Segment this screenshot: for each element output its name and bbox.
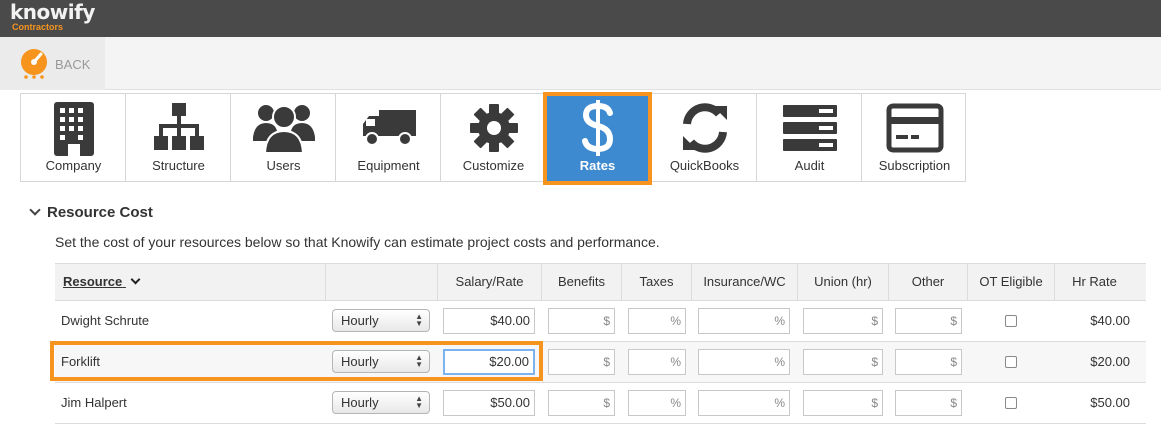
tab-label: Rates bbox=[579, 158, 616, 173]
tab-customize[interactable]: Customize bbox=[441, 94, 546, 181]
ot-eligible-checkbox[interactable] bbox=[1005, 397, 1017, 409]
hr-rate-value: $20.00 bbox=[1090, 354, 1130, 369]
resource-name: Jim Halpert bbox=[61, 395, 127, 410]
header-taxes: Taxes bbox=[621, 264, 691, 301]
tab-label: Company bbox=[45, 158, 102, 173]
taxes-input[interactable]: % bbox=[628, 349, 686, 375]
tab-subscription[interactable]: Subscription bbox=[862, 94, 967, 181]
salary-input[interactable]: $20.00 bbox=[443, 349, 535, 375]
section-title: Resource Cost bbox=[47, 204, 153, 221]
header-resource: Resource bbox=[63, 274, 123, 289]
header-hr-rate: Hr Rate bbox=[1054, 264, 1134, 301]
tab-rates[interactable]: Rates bbox=[543, 92, 652, 185]
insurance-input[interactable]: % bbox=[698, 390, 790, 416]
table-row: Jim Halpert Hourly ▲ ▼ $50.00 $ % % $ $ $5… bbox=[55, 383, 1146, 424]
salary-input[interactable]: $40.00 bbox=[443, 308, 535, 334]
rate-type-value: Hourly bbox=[341, 313, 379, 328]
taxes-input[interactable]: % bbox=[628, 308, 686, 334]
other-input[interactable]: $ bbox=[895, 349, 962, 375]
credit-card-icon bbox=[862, 100, 967, 156]
header-union: Union (hr) bbox=[797, 264, 888, 301]
tab-label: Equipment bbox=[357, 158, 420, 173]
section-toggle[interactable]: Resource Cost bbox=[29, 204, 153, 221]
header-type bbox=[325, 264, 437, 301]
hr-rate-value: $50.00 bbox=[1090, 395, 1130, 410]
tab-structure[interactable]: Structure bbox=[126, 94, 231, 181]
tab-audit[interactable]: Audit bbox=[757, 94, 862, 181]
rate-type-select[interactable]: Hourly ▲ ▼ bbox=[332, 309, 430, 332]
header-other: Other bbox=[888, 264, 967, 301]
org-chart-icon bbox=[126, 100, 231, 156]
hr-rate-value: $40.00 bbox=[1090, 313, 1130, 328]
logo[interactable]: knowify bbox=[10, 0, 95, 24]
tab-label: Users bbox=[266, 158, 301, 173]
tab-label: Structure bbox=[152, 158, 205, 173]
tab-label: Subscription bbox=[878, 158, 951, 173]
server-list-icon bbox=[757, 100, 862, 156]
insurance-input[interactable]: % bbox=[698, 308, 790, 334]
settings-tabs: Company Structure Users Equipment Custom… bbox=[20, 92, 967, 185]
salary-input[interactable]: $50.00 bbox=[443, 390, 535, 416]
other-input[interactable]: $ bbox=[895, 308, 962, 334]
sync-icon bbox=[652, 100, 757, 156]
select-arrows-icon: ▲ ▼ bbox=[415, 353, 423, 369]
select-arrows-icon: ▲ ▼ bbox=[415, 312, 423, 328]
benefits-input[interactable]: $ bbox=[548, 390, 615, 416]
table-row: Dwight Schrute Hourly ▲ ▼ $40.00 $ % % $ $… bbox=[55, 301, 1146, 342]
top-bar: knowify Contractors bbox=[0, 0, 1161, 37]
header-resource-sort[interactable]: Resource bbox=[55, 264, 325, 301]
chevron-down-icon bbox=[29, 204, 41, 216]
rate-type-select[interactable]: Hourly ▲ ▼ bbox=[332, 350, 430, 373]
union-input[interactable]: $ bbox=[803, 390, 883, 416]
ot-eligible-checkbox[interactable] bbox=[1005, 356, 1017, 368]
table-header: Resource Salary/Rate Benefits Taxes Insu… bbox=[55, 263, 1146, 301]
back-bar bbox=[0, 37, 1161, 90]
header-benefits: Benefits bbox=[541, 264, 621, 301]
users-icon bbox=[231, 100, 336, 156]
insurance-input[interactable]: % bbox=[698, 349, 790, 375]
benefits-input[interactable]: $ bbox=[548, 308, 615, 334]
ot-eligible-checkbox[interactable] bbox=[1005, 315, 1017, 327]
back-label: BACK bbox=[55, 57, 91, 72]
dollar-icon bbox=[547, 100, 648, 156]
taxes-input[interactable]: % bbox=[628, 390, 686, 416]
header-salary: Salary/Rate bbox=[437, 264, 541, 301]
rate-type-select[interactable]: Hourly ▲ ▼ bbox=[332, 391, 430, 414]
union-input[interactable]: $ bbox=[803, 308, 883, 334]
other-input[interactable]: $ bbox=[895, 390, 962, 416]
select-arrows-icon: ▲ ▼ bbox=[415, 394, 423, 410]
gear-icon bbox=[441, 100, 546, 156]
section-description: Set the cost of your resources below so … bbox=[55, 234, 660, 250]
tab-company[interactable]: Company bbox=[21, 94, 126, 181]
rate-type-value: Hourly bbox=[341, 395, 379, 410]
truck-icon bbox=[336, 100, 441, 156]
benefits-input[interactable]: $ bbox=[548, 349, 615, 375]
tab-label: QuickBooks bbox=[669, 158, 740, 173]
building-icon bbox=[21, 100, 126, 156]
table-row: Forklift Hourly ▲ ▼ $20.00 $ % % $ $ $20.0… bbox=[55, 342, 1146, 383]
resource-name: Dwight Schrute bbox=[61, 313, 150, 328]
tab-equipment[interactable]: Equipment bbox=[336, 94, 441, 181]
sort-chevron-icon bbox=[130, 274, 141, 285]
tab-users[interactable]: Users bbox=[231, 94, 336, 181]
logo-subtitle: Contractors bbox=[12, 22, 64, 32]
tab-label: Customize bbox=[462, 158, 525, 173]
tab-label: Audit bbox=[794, 158, 825, 173]
dashboard-gauge-icon bbox=[17, 48, 51, 80]
tab-quickbooks[interactable]: QuickBooks bbox=[652, 94, 757, 181]
resource-name: Forklift bbox=[61, 354, 100, 369]
header-ot: OT Eligible bbox=[967, 264, 1054, 301]
rate-type-value: Hourly bbox=[341, 354, 379, 369]
header-insurance: Insurance/WC bbox=[691, 264, 797, 301]
union-input[interactable]: $ bbox=[803, 349, 883, 375]
back-button[interactable]: BACK bbox=[0, 37, 105, 90]
